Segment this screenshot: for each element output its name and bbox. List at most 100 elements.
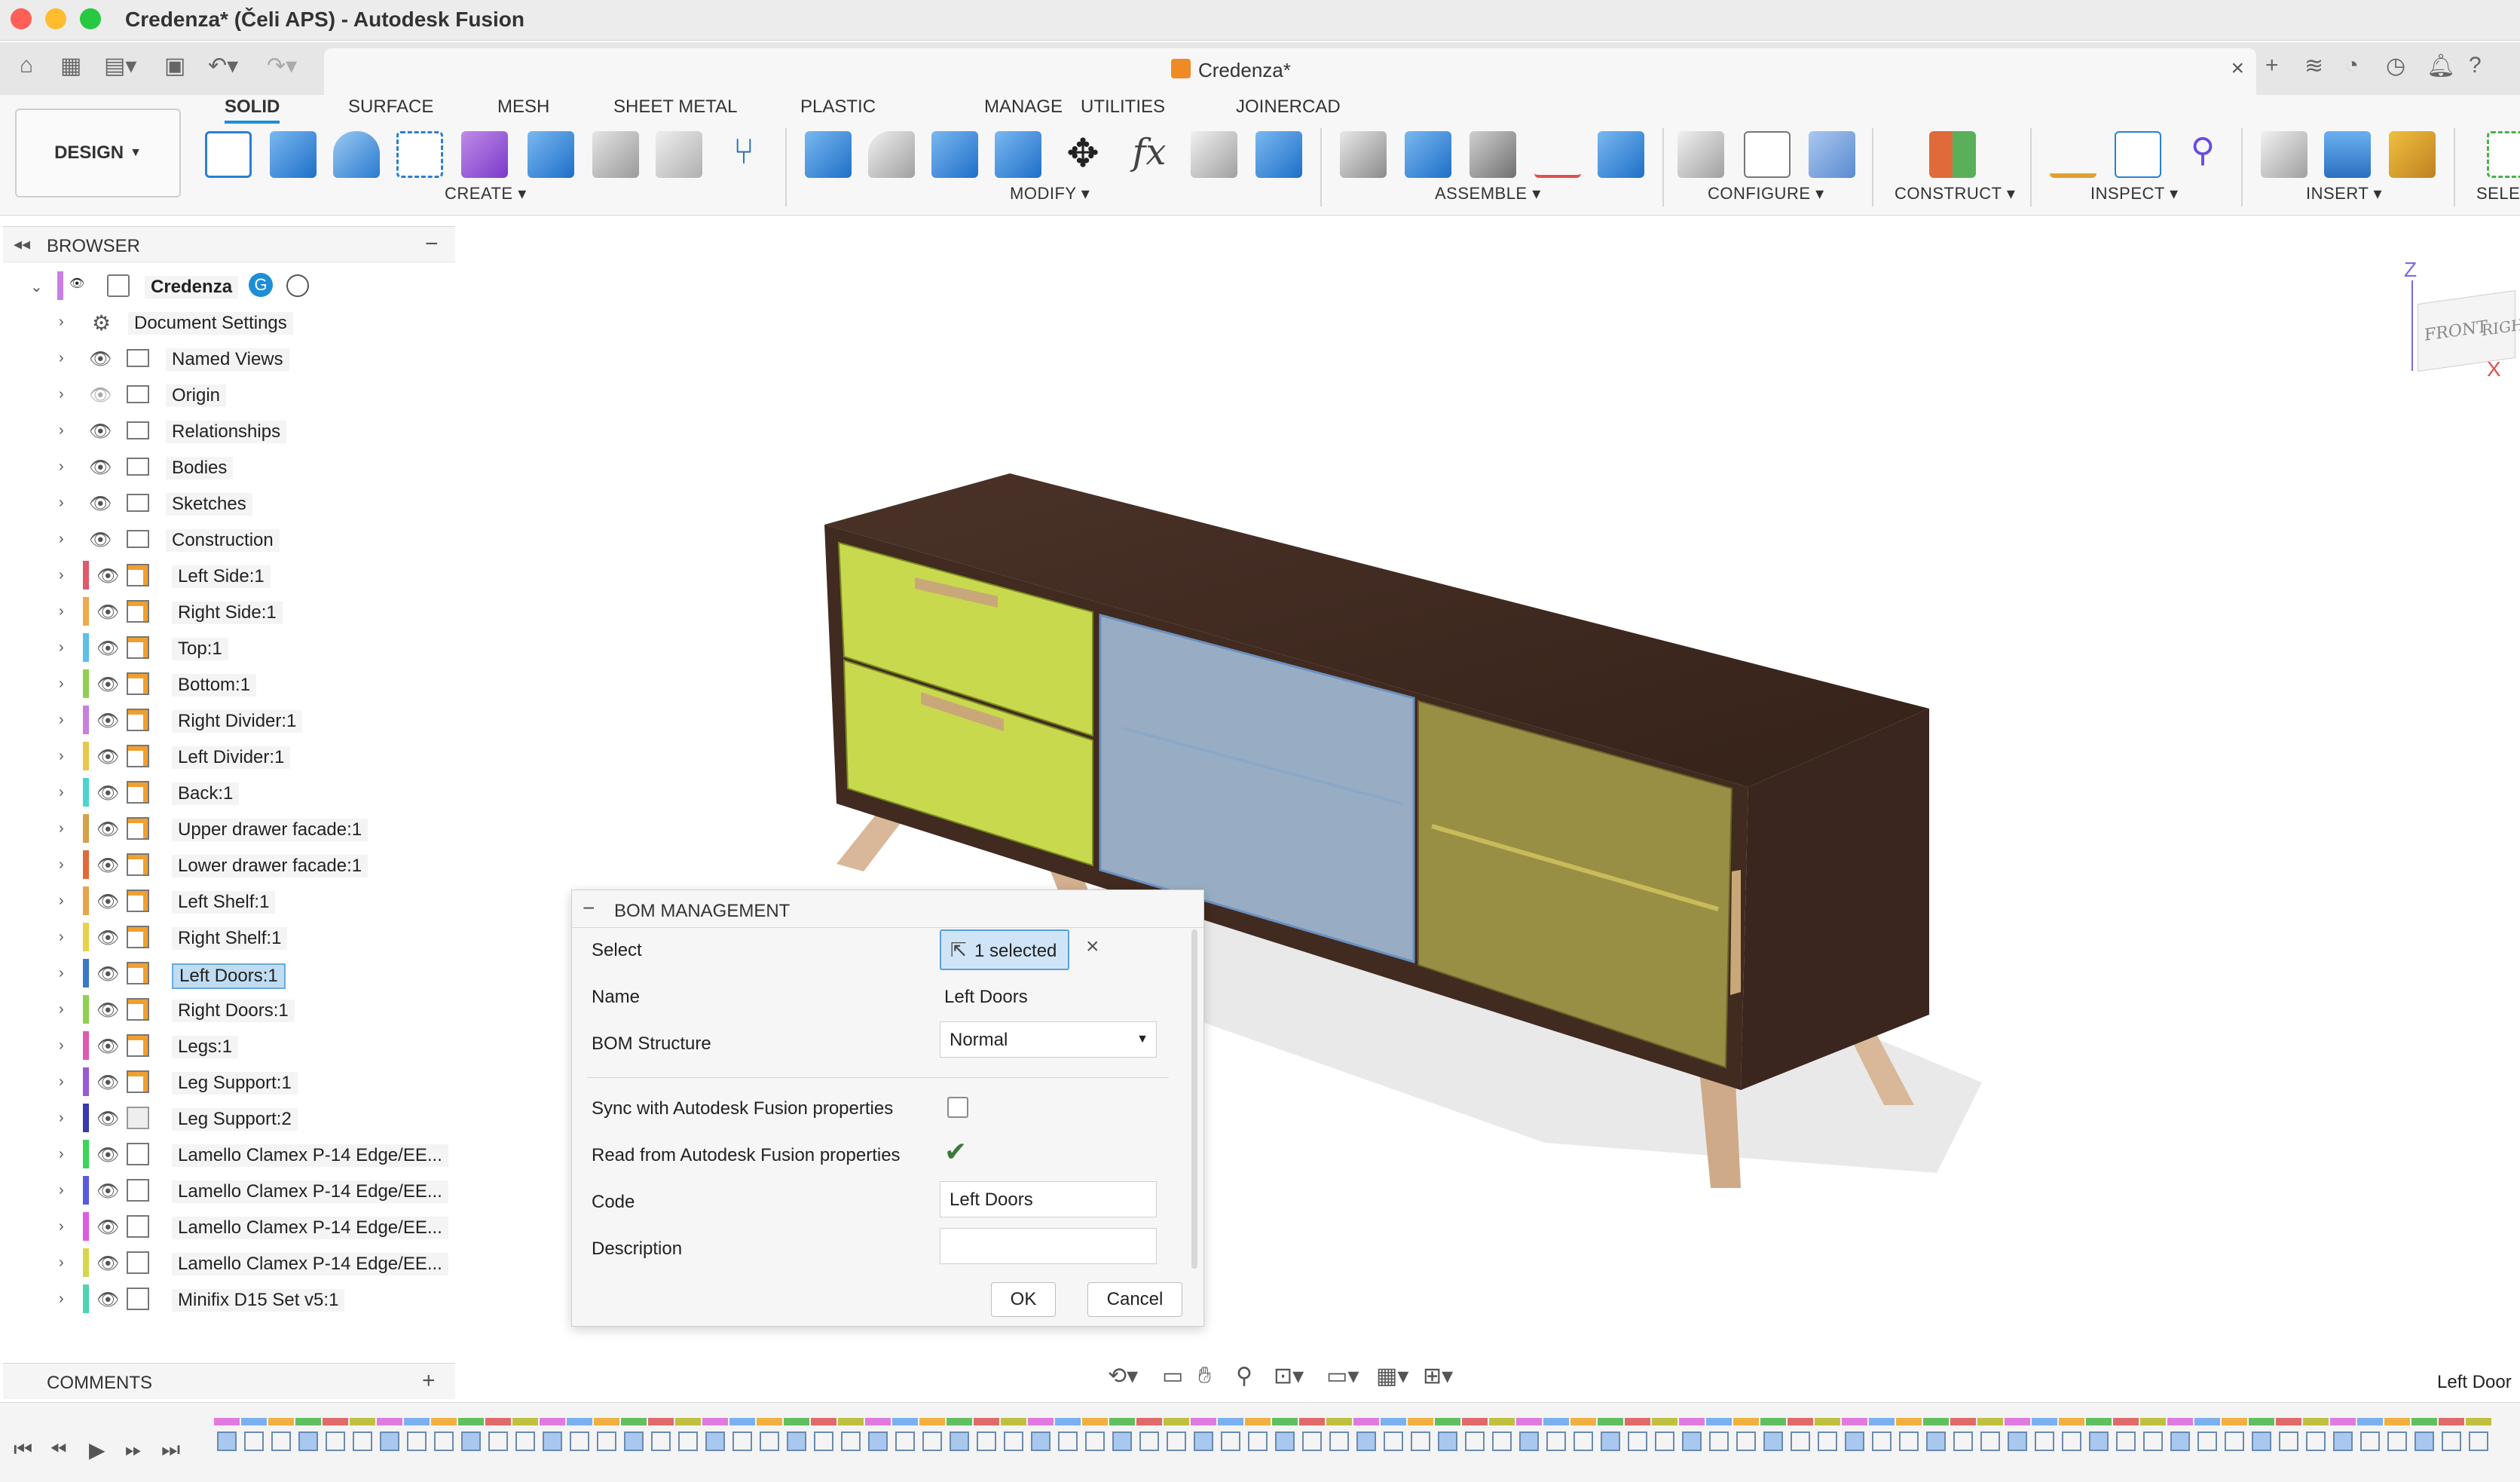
browser-item[interactable]: › 👁︎ Left Side:1 (0, 559, 452, 591)
insert-derive-icon[interactable] (2261, 131, 2307, 178)
browser-item[interactable]: › 👁︎ Lamello Clamex P-14 Edge/EE... (0, 1174, 452, 1206)
timeline-start-icon[interactable]: ⏮︎ (14, 1438, 32, 1462)
apps-grid-icon[interactable]: ▦ (60, 53, 81, 79)
browser-item[interactable]: › 👁︎ Construction (0, 523, 452, 555)
browser-item[interactable]: › 👁︎ Lamello Clamex P-14 Edge/EE... (0, 1138, 452, 1170)
expand-chevron-icon[interactable]: › (59, 639, 64, 657)
browser-item[interactable]: › 👁︎ Leg Support:2 (0, 1102, 452, 1134)
timeline-feature-icon[interactable] (1601, 1431, 1620, 1451)
display-settings-icon[interactable]: ▭▾ (1326, 1363, 1359, 1389)
box-icon[interactable] (528, 131, 574, 178)
timeline-feature-icon[interactable] (2414, 1431, 2434, 1451)
timeline-feature-icon[interactable] (1492, 1431, 1512, 1451)
browser-item[interactable]: › 👁︎ Right Shelf:1 (0, 921, 452, 953)
timeline-next-icon[interactable]: ⏩︎ (125, 1438, 142, 1462)
timeline-feature-icon[interactable] (678, 1431, 698, 1451)
timeline-feature-icon[interactable] (1953, 1431, 1973, 1451)
expand-chevron-icon[interactable]: › (59, 422, 64, 439)
hidden-eye-icon[interactable]: 👁︎ (89, 384, 115, 406)
parameters-fx-icon[interactable]: fx (1126, 131, 1173, 178)
visibility-eye-icon[interactable]: 👁︎ (96, 1072, 122, 1093)
collapse-panel-icon[interactable]: ◂◂ (14, 234, 30, 254)
view-cube[interactable]: Z FRONT RIGHT X (2404, 258, 2520, 381)
timeline-feature-icon[interactable] (1736, 1431, 1756, 1451)
timeline-feature-icon[interactable] (1248, 1431, 1268, 1451)
insert-canvas-icon[interactable] (2324, 131, 2371, 178)
visibility-eye-icon[interactable]: 👁︎ (89, 529, 115, 550)
timeline-feature-icon[interactable] (1384, 1431, 1403, 1451)
dialog-scrollbar[interactable] (1191, 929, 1197, 1269)
tab-plastic[interactable]: PLASTIC (800, 95, 876, 124)
orbit-icon[interactable]: ⟲▾ (1108, 1363, 1138, 1389)
browser-item[interactable]: › 👁︎ Relationships (0, 415, 452, 446)
timeline-feature-icon[interactable] (1899, 1431, 1919, 1451)
timeline-feature-icon[interactable] (868, 1431, 888, 1451)
visibility-eye-icon[interactable]: 👁︎ (96, 1108, 122, 1129)
timeline-feature-icon[interactable] (2279, 1431, 2298, 1451)
timeline-feature-icon[interactable] (841, 1431, 861, 1451)
timeline-feature-icon[interactable] (1411, 1431, 1430, 1451)
tab-utilities[interactable]: UTILITIES (1081, 95, 1165, 124)
browser-item[interactable]: › 👁︎ Leg Support:1 (0, 1066, 452, 1098)
ok-button[interactable]: OK (991, 1282, 1056, 1317)
tree-root[interactable]: ⌄ 👁︎ Credenza G (0, 270, 452, 302)
description-input[interactable] (940, 1228, 1157, 1264)
group-configure[interactable]: CONFIGURE ▾ (1708, 184, 1824, 204)
configuration-table-icon[interactable] (1744, 131, 1791, 178)
visibility-eye-icon[interactable]: 👁︎ (96, 602, 122, 623)
browser-item[interactable]: › 👁︎ Named Views (0, 342, 452, 374)
create-sketch-icon[interactable] (205, 131, 252, 178)
bom-structure-dropdown[interactable]: Normal ▼ (940, 1021, 1157, 1058)
timeline-feature-icon[interactable] (298, 1431, 318, 1451)
browser-item[interactable]: › 👁︎ Upper drawer facade:1 (0, 813, 452, 844)
visibility-eye-icon[interactable]: 👁︎ (96, 1180, 122, 1202)
timeline-feature-icon[interactable] (1112, 1431, 1132, 1451)
visibility-eye-icon[interactable]: 👁︎ (96, 891, 122, 912)
timeline-feature-icon[interactable] (1329, 1431, 1349, 1451)
expand-chevron-icon[interactable]: › (59, 531, 64, 548)
timeline-feature-icon[interactable] (380, 1431, 399, 1451)
visibility-eye-icon[interactable]: 👁︎ (89, 457, 115, 478)
expand-chevron-icon[interactable]: › (59, 1291, 64, 1308)
timeline-feature-icon[interactable] (2225, 1431, 2244, 1451)
timeline-feature-icon[interactable] (2170, 1431, 2190, 1451)
browser-item[interactable]: › 👁︎ Lower drawer facade:1 (0, 849, 452, 880)
timeline-feature-icon[interactable] (1682, 1431, 1702, 1451)
view-cube-front[interactable]: FRONT (2424, 317, 2488, 345)
visibility-eye-icon[interactable]: 👁︎ (96, 855, 122, 876)
extensions-icon[interactable]: ◷ (2386, 53, 2405, 79)
timeline-feature-icon[interactable] (1872, 1431, 1892, 1451)
visibility-eye-icon[interactable]: 👁︎ (96, 638, 122, 659)
browser-item[interactable]: › 👁︎ Left Shelf:1 (0, 885, 452, 917)
job-status-icon[interactable]: ◔ (2345, 53, 2359, 78)
expand-chevron-icon[interactable]: › (59, 603, 64, 620)
notifications-bell-icon[interactable]: 🔔︎ (2427, 53, 2455, 79)
browser-item[interactable]: › 👁︎ Sketches (0, 487, 452, 519)
timeline-feature-icon[interactable] (1926, 1431, 1946, 1451)
undo-icon[interactable]: ↶▾ (208, 53, 238, 79)
grid-icon[interactable]: ▦▾ (1376, 1363, 1408, 1389)
configure-design-icon[interactable] (1677, 131, 1724, 178)
tab-solid[interactable]: SOLID (225, 95, 280, 124)
pattern-icon[interactable] (656, 131, 702, 178)
group-create[interactable]: CREATE ▾ (445, 184, 527, 204)
timeline-feature-icon[interactable] (2387, 1431, 2407, 1451)
expand-chevron-icon[interactable]: › (59, 1073, 64, 1091)
timeline-feature-icon[interactable] (217, 1431, 237, 1451)
expand-chevron-icon[interactable]: › (59, 386, 64, 403)
extrude-icon[interactable] (270, 131, 317, 178)
timeline-feature-icon[interactable] (2360, 1431, 2380, 1451)
timeline-feature-icon[interactable] (1194, 1431, 1213, 1451)
expand-chevron-icon[interactable]: › (59, 1146, 64, 1163)
browser-item[interactable]: › 👁︎ Left Divider:1 (0, 740, 452, 772)
browser-item[interactable]: › 👁︎ Top:1 (0, 632, 452, 663)
measure-icon[interactable] (2050, 131, 2096, 178)
revolve-icon[interactable] (333, 131, 380, 178)
timeline-feature-icon[interactable] (1275, 1431, 1295, 1451)
expand-chevron-icon[interactable]: › (59, 748, 64, 765)
timeline-feature-icon[interactable] (1465, 1431, 1485, 1451)
browser-item[interactable]: › 👁︎ Origin (0, 378, 452, 410)
browser-item[interactable]: › 👁︎ Back:1 (0, 776, 452, 808)
move-icon[interactable]: ✥ (1060, 131, 1106, 178)
browser-item[interactable]: › 👁︎ Right Side:1 (0, 596, 452, 627)
